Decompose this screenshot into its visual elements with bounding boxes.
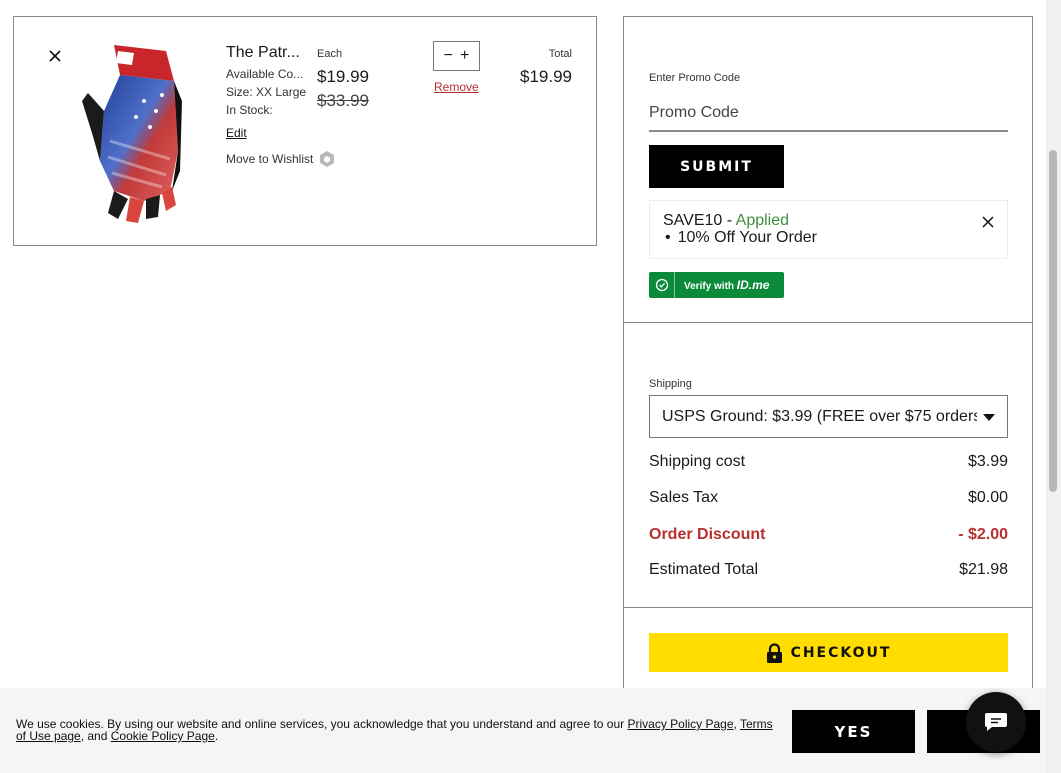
estimated-total-label: Estimated Total [649, 561, 759, 578]
quantity-increase-button[interactable]: + [460, 48, 469, 64]
shipping-cost-value: $3.99 [967, 453, 1008, 470]
estimated-total-row: Estimated Total $21.98 [649, 561, 1008, 579]
glove-image[interactable] [74, 41, 184, 223]
applied-promo-description-text: 10% Off Your Order [677, 229, 817, 246]
remove-promo-close-icon[interactable] [981, 215, 995, 229]
checkout-label: CHECKOUT [790, 644, 892, 661]
line-total-price: $19.99 [520, 67, 572, 86]
quantity-stepper: − + [433, 41, 480, 71]
line-total-label: Total [548, 48, 572, 60]
applied-promo-description: • 10% Off Your Order [663, 229, 994, 246]
order-discount-label: Order Discount [649, 526, 766, 543]
promo-code-label: Enter Promo Code [649, 72, 741, 84]
product-size: Size: XX Large [226, 85, 307, 99]
applied-promo-code: SAVE10 [663, 212, 723, 229]
section-divider [624, 322, 1032, 323]
quantity-decrease-button[interactable]: − [444, 48, 453, 64]
bullet-icon: • [665, 229, 671, 246]
shipping-cost-row: Shipping cost $3.99 [649, 453, 1008, 471]
cookie-accept-button[interactable]: YES [792, 710, 915, 753]
move-to-wishlist-button[interactable]: Move to Wishlist [226, 150, 336, 168]
promo-code-input[interactable] [649, 95, 1008, 132]
chat-bubble-icon [985, 713, 1007, 731]
remove-item-close-icon[interactable] [47, 48, 63, 64]
shipping-label: Shipping [649, 378, 692, 390]
idme-label: Verify with ID.me [675, 278, 769, 292]
remove-link[interactable]: Remove [434, 80, 479, 94]
page-scrollbar[interactable] [1046, 0, 1061, 773]
applied-promo-status: Applied [735, 212, 790, 229]
lock-icon [766, 642, 782, 663]
sales-tax-value: $0.00 [967, 489, 1008, 506]
wishlist-label: Move to Wishlist [226, 152, 314, 166]
estimated-total-value: $21.98 [959, 561, 1008, 578]
applied-promo-separator: - [722, 212, 736, 229]
chat-widget-button[interactable] [966, 692, 1026, 752]
order-summary-panel: Enter Promo Code SUBMIT SAVE10 - Applied… [623, 16, 1033, 716]
shipping-method-select[interactable]: USPS Ground: $3.99 (FREE over $75 orders… [649, 395, 1008, 438]
shipping-cost-label: Shipping cost [649, 453, 746, 470]
checkout-button[interactable]: CHECKOUT [649, 633, 1008, 672]
verify-idme-button[interactable]: Verify with ID.me [649, 272, 784, 298]
each-price: $19.99 [317, 67, 369, 86]
cookie-text-period: . [214, 729, 219, 743]
applied-promo-box: SAVE10 - Applied • 10% Off Your Order [649, 200, 1008, 259]
sales-tax-row: Sales Tax $0.00 [649, 489, 1008, 507]
order-discount-value: - $2.00 [958, 526, 1008, 543]
idme-label-text: Verify with [684, 281, 735, 292]
each-label: Each [317, 48, 343, 60]
cookie-policy-link[interactable]: Cookie Policy Page [111, 729, 215, 743]
idme-logo: ID.me [736, 278, 770, 292]
product-stock: In Stock: [226, 103, 273, 117]
cookie-banner: We use cookies. By using our website and… [0, 688, 1046, 773]
wishlist-hexagon-icon [320, 151, 335, 167]
applied-promo-line: SAVE10 - Applied [663, 212, 994, 229]
order-discount-row: Order Discount - $2.00 [649, 526, 1008, 544]
shipping-selected-option: USPS Ground: $3.99 (FREE over $75 orders… [662, 407, 977, 425]
scrollbar-thumb[interactable] [1049, 150, 1057, 492]
original-price: $33.99 [317, 91, 369, 110]
privacy-policy-link[interactable]: Privacy Policy Page [627, 717, 733, 731]
product-name[interactable]: The Patr... [226, 44, 308, 62]
chevron-down-icon [983, 414, 995, 421]
sales-tax-label: Sales Tax [649, 489, 719, 506]
product-availability: Available Co... [226, 67, 304, 81]
check-circle-icon [649, 272, 675, 298]
cookie-text-and: , and [80, 729, 111, 743]
section-divider [624, 607, 1032, 608]
cart-item-card: The Patr... Available Co... Size: XX Lar… [13, 16, 597, 246]
cookie-notice-text: We use cookies. By using our website and… [16, 718, 776, 742]
edit-item-link[interactable]: Edit [226, 126, 247, 140]
promo-submit-button[interactable]: SUBMIT [649, 145, 784, 188]
